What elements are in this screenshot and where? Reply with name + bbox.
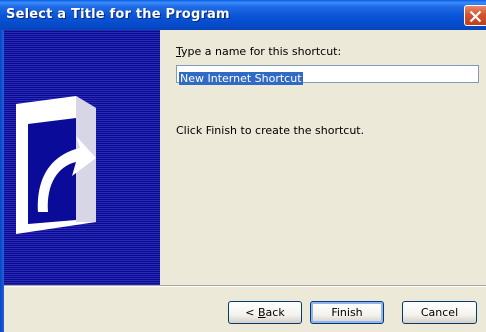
window-title: Select a Title for the Program: [6, 7, 230, 22]
content-panel: Type a name for this shortcut: New Inter…: [160, 30, 486, 285]
finish-button[interactable]: Finish: [310, 301, 384, 324]
wizard-banner: [4, 30, 160, 285]
close-button[interactable]: [464, 5, 486, 26]
shortcut-name-label: Type a name for this shortcut:: [176, 45, 341, 58]
shortcut-name-label-text: ype a name for this shortcut:: [181, 45, 342, 58]
shortcut-arrow-icon: [16, 96, 96, 234]
back-button[interactable]: < Back: [228, 301, 302, 324]
back-button-label: ack: [265, 306, 285, 319]
close-icon: [469, 10, 482, 23]
cancel-button[interactable]: Cancel: [402, 301, 477, 324]
back-button-prefix: <: [245, 306, 258, 319]
shortcut-name-input[interactable]: New Internet Shortcut: [176, 65, 479, 85]
button-separator: [4, 285, 486, 287]
shortcut-name-value: New Internet Shortcut: [179, 72, 303, 85]
back-button-accelerator: B: [258, 306, 266, 319]
finish-instruction: Click Finish to create the shortcut.: [176, 124, 365, 137]
title-bar[interactable]: Select a Title for the Program: [0, 0, 486, 30]
wizard-dialog: Select a Title for the Program Type a na…: [0, 0, 486, 332]
